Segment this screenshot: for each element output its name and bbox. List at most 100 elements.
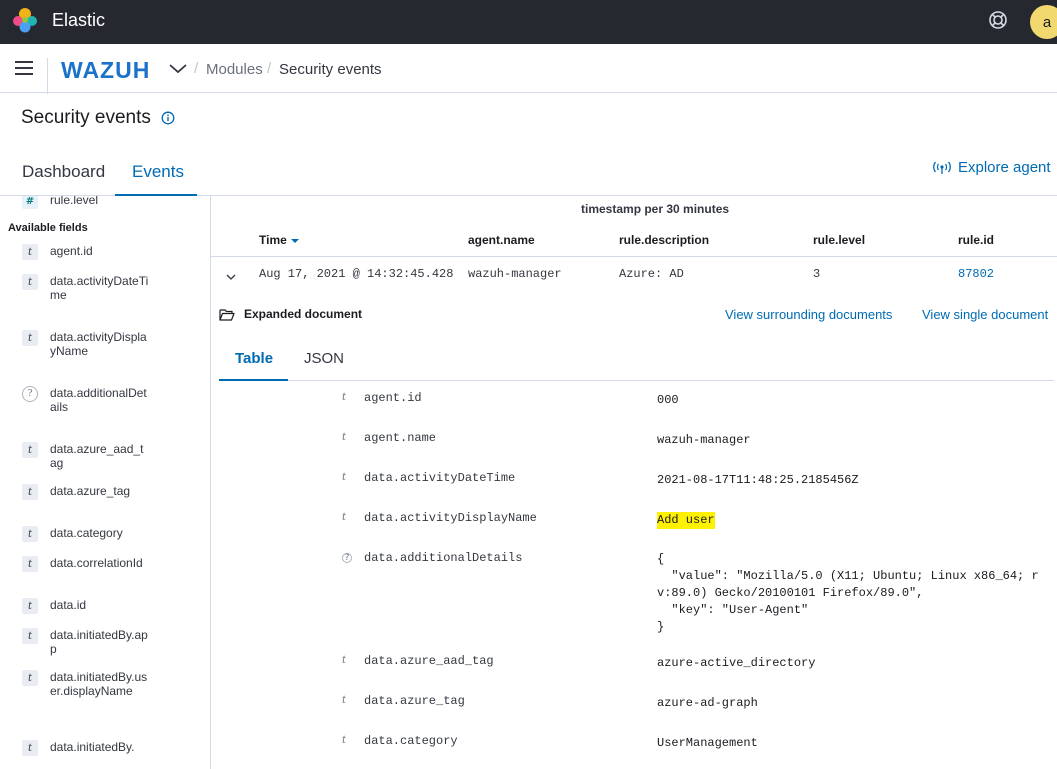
field-item[interactable]: t data.activityDisplayName	[22, 330, 150, 358]
doc-field-value: wazuh-manager	[657, 432, 751, 449]
brand-name: Elastic	[52, 10, 105, 31]
view-single-document-link[interactable]: View single document	[922, 307, 1048, 322]
column-header-rule-description[interactable]: rule.description	[619, 233, 709, 247]
number-type-icon: #	[22, 196, 38, 209]
doc-field-name: data.activityDateTime	[364, 471, 515, 485]
info-icon[interactable]	[161, 111, 175, 125]
tab-events[interactable]: Events	[132, 162, 184, 182]
breadcrumb-modules[interactable]: Modules	[206, 61, 263, 78]
doc-field-name: data.additionalDetails	[364, 551, 522, 565]
column-header-rule-level[interactable]: rule.level	[813, 233, 865, 247]
column-header-rule-id[interactable]: rule.id	[958, 233, 994, 247]
table-divider	[211, 256, 1057, 257]
field-name: data.id	[50, 598, 150, 614]
doc-field-name: data.azure_tag	[364, 694, 465, 708]
user-avatar[interactable]: a	[1030, 5, 1057, 39]
string-type-icon: t	[342, 432, 346, 443]
field-name: rule.level	[50, 196, 150, 209]
field-name: data.azure_aad_tag	[50, 442, 150, 470]
string-type-icon: t	[22, 274, 38, 290]
cell-time: Aug 17, 2021 @ 14:32:45.428	[259, 267, 453, 281]
field-item[interactable]: t data.initiatedBy.user.displayName	[22, 670, 150, 698]
document-tabs: Table JSON	[219, 336, 1054, 381]
string-type-icon: t	[22, 740, 38, 756]
doc-field-name: data.azure_aad_tag	[364, 654, 494, 668]
field-name: data.initiatedBy.app	[50, 628, 150, 656]
breadcrumb-separator: /	[267, 60, 271, 77]
string-type-icon: t	[22, 556, 38, 572]
unknown-type-icon: ?	[342, 553, 352, 563]
column-header-agent-name[interactable]: agent.name	[468, 233, 535, 247]
selected-field[interactable]: # rule.level	[22, 196, 150, 209]
string-type-icon: t	[22, 670, 38, 686]
expanded-document-title: Expanded document	[244, 307, 362, 321]
antenna-icon	[933, 161, 951, 175]
cell-agent-name: wazuh-manager	[468, 267, 562, 281]
help-icon[interactable]	[987, 9, 1009, 31]
field-name: data.initiatedBy.	[50, 740, 150, 756]
menu-icon[interactable]	[15, 61, 33, 75]
field-sidebar: # rule.level Available fields t agent.id…	[0, 196, 211, 769]
chevron-down-icon[interactable]	[225, 272, 237, 282]
field-item[interactable]: t data.category	[22, 526, 150, 542]
tab-dashboard[interactable]: Dashboard	[22, 162, 105, 182]
doc-field-value: 000	[657, 392, 679, 409]
elastic-logo-icon[interactable]	[12, 7, 38, 33]
view-surrounding-documents-link[interactable]: View surrounding documents	[725, 307, 892, 322]
page-title: Security events	[21, 107, 151, 129]
sort-down-icon[interactable]	[291, 239, 299, 243]
cell-rule-id-link[interactable]: 87802	[958, 267, 994, 281]
field-item[interactable]: t data.correlationId	[22, 556, 150, 572]
string-type-icon: t	[22, 598, 38, 614]
doc-field-name: agent.name	[364, 431, 436, 445]
field-item[interactable]: t agent.id	[22, 244, 150, 260]
doc-field-value-highlighted: Add user	[657, 512, 715, 529]
explore-agent-label: Explore agent	[958, 159, 1051, 176]
field-item[interactable]: t data.id	[22, 598, 150, 614]
column-header-time[interactable]: Time	[259, 233, 299, 247]
string-type-icon: t	[342, 695, 346, 706]
nav-divider	[47, 58, 48, 94]
string-type-icon: t	[22, 628, 38, 644]
string-type-icon: t	[342, 655, 346, 666]
cell-rule-description: Azure: AD	[619, 267, 684, 281]
field-name: data.activityDateTime	[50, 274, 150, 302]
histogram-title: timestamp per 30 minutes	[581, 202, 729, 216]
string-type-icon: t	[342, 512, 346, 523]
field-name: data.correlationId	[50, 556, 150, 572]
breadcrumb-current: Security events	[279, 61, 382, 78]
field-item[interactable]: t data.activityDateTime	[22, 274, 150, 302]
field-item[interactable]: t data.initiatedBy.app	[22, 628, 150, 656]
page-tabs: Dashboard Events Explore agent	[0, 150, 1057, 196]
doc-field-value: UserManagement	[657, 735, 758, 752]
tab-table[interactable]: Table	[235, 350, 273, 367]
field-name: data.activityDisplayName	[50, 330, 150, 358]
field-name: data.azure_tag	[50, 484, 150, 500]
doc-field-value-json: { "value": "Mozilla/5.0 (X11; Ubuntu; Li…	[657, 551, 1039, 636]
string-type-icon: t	[342, 392, 346, 403]
field-name: data.category	[50, 526, 150, 542]
string-type-icon: t	[342, 735, 346, 746]
string-type-icon: t	[22, 442, 38, 458]
field-name: data.additionalDetails	[50, 386, 150, 414]
wazuh-logo[interactable]: WAZUH	[61, 57, 150, 84]
field-item[interactable]: t data.azure_tag	[22, 484, 150, 500]
string-type-icon: t	[22, 330, 38, 346]
string-type-icon: t	[22, 526, 38, 542]
doc-field-value: azure-ad-graph	[657, 695, 758, 712]
doc-field-name: data.activityDisplayName	[364, 511, 537, 525]
string-type-icon: t	[22, 484, 38, 500]
field-name: data.initiatedBy.user.displayName	[50, 670, 150, 698]
field-item[interactable]: ? data.additionalDetails	[22, 386, 150, 414]
tab-json[interactable]: JSON	[304, 350, 344, 367]
explore-agent-button[interactable]: Explore agent	[933, 159, 1051, 176]
field-item[interactable]: t data.initiatedBy.	[22, 740, 150, 756]
chevron-down-icon[interactable]	[168, 61, 188, 75]
cell-rule-level: 3	[813, 267, 820, 281]
doc-field-name: data.category	[364, 734, 458, 748]
string-type-icon: t	[22, 244, 38, 260]
field-name: agent.id	[50, 244, 150, 260]
field-item[interactable]: t data.azure_aad_tag	[22, 442, 150, 470]
column-header-label: Time	[259, 233, 287, 247]
doc-field-value: azure-active_directory	[657, 655, 815, 672]
